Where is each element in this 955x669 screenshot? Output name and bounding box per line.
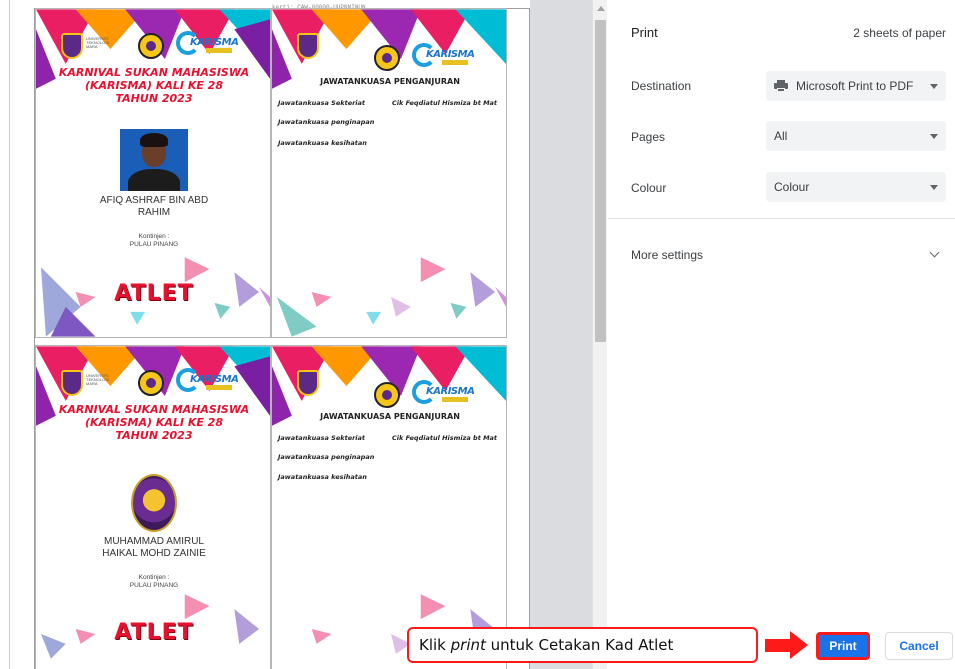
committee-health: Jawatankuasa kesihatan [278, 473, 367, 481]
event-title-line-3: TAHUN 2023 [115, 92, 193, 105]
preview-scrollbar[interactable] [592, 0, 607, 669]
event-title-line-1: KARNIVAL SUKAN MAHASISWA [58, 403, 250, 416]
karisma-logo: KARISMA [176, 368, 239, 394]
sheet-count: 2 sheets of paper [853, 26, 946, 40]
chevron-down-icon [930, 84, 938, 89]
pages-label: Pages [631, 130, 666, 144]
university-name-small: UNIVERSITI TEKNOLOGI MARA [86, 373, 110, 386]
committee-accommodation: Jawatankuasa penginapan [278, 453, 375, 461]
chevron-down-icon [930, 134, 938, 139]
university-crest-logo [61, 370, 83, 396]
committee-secretariat: Jawatankuasa Sekteriat [278, 99, 366, 107]
university-crest-logo [297, 33, 319, 59]
destination-value: Microsoft Print to PDF [796, 79, 914, 93]
pages-value: All [774, 129, 788, 143]
university-name-small: UNIVERSITI TEKNOLOGI MARA [86, 36, 110, 49]
destination-select[interactable]: Microsoft Print to PDF [766, 71, 946, 101]
preview-background [530, 0, 592, 669]
event-title-line-2: (KARISMA) KALI KE 28 [84, 79, 223, 92]
contingent-label: Kontinjen : [138, 233, 170, 240]
athlete-name-line-2: RAHIM [137, 207, 171, 218]
event-title-line-1: KARNIVAL SUKAN MAHASISWA [58, 66, 250, 79]
event-title-line-3: TAHUN 2023 [115, 429, 193, 442]
printer-icon [774, 80, 788, 92]
committee-card-2: KARISMA JAWATANKUASA PENGANJURAN Jawatan… [271, 345, 507, 669]
callout-text-after: untuk Cetakan Kad Atlet [485, 636, 674, 654]
scroll-thumb[interactable] [595, 20, 606, 342]
callout-arrow [765, 639, 791, 652]
colour-select[interactable]: Colour [766, 172, 946, 202]
expand-chevron-icon[interactable] [929, 247, 940, 258]
committee-secretariat-value: Cik Feqdiatul Hismiza bt Mat [392, 434, 498, 442]
university-crest-logo [61, 33, 83, 59]
scroll-up-arrow-icon[interactable] [597, 6, 605, 11]
callout-arrow-head-icon [790, 631, 808, 659]
committee-accommodation: Jawatankuasa penginapan [278, 118, 375, 126]
preview-left-gutter [0, 0, 10, 669]
instruction-callout: Klik print untuk Cetakan Kad Atlet [407, 627, 758, 663]
more-settings-toggle[interactable]: More settings [631, 248, 703, 262]
role-label: ATLET [114, 281, 194, 306]
cancel-button[interactable]: Cancel [885, 632, 953, 660]
karisma-logo: KARISMA [412, 43, 475, 69]
panel-divider [608, 218, 955, 219]
university-crest-logo [297, 370, 319, 396]
committee-health: Jawatankuasa kesihatan [278, 139, 367, 147]
athlete-photo [120, 129, 188, 191]
sports-council-logo [138, 33, 164, 59]
callout-text-emphasis: print [450, 636, 486, 654]
role-label: ATLET [114, 620, 194, 645]
committee-secretariat: Jawatankuasa Sekteriat [278, 434, 366, 442]
karisma-logo: KARISMA [176, 31, 239, 57]
print-button[interactable]: Print [816, 632, 870, 660]
contingent-value: PULAU PINANG [129, 241, 179, 248]
chevron-down-icon [930, 185, 938, 190]
panel-title: Print [631, 25, 658, 40]
athlete-name-line-1: MUHAMMAD AMIRUL [103, 536, 204, 547]
colour-value: Colour [774, 180, 810, 194]
athlete-card-2: UNIVERSITI TEKNOLOGI MARA KARISMA KARNIVAL… [35, 345, 271, 669]
colour-label: Colour [631, 181, 667, 195]
callout-text-before: Klik [419, 636, 451, 654]
pages-select[interactable]: All [766, 121, 946, 151]
sports-council-logo [374, 382, 400, 408]
committee-secretariat-value: Cik Feqdiatul Hismiza bt Mat [392, 99, 498, 107]
sports-council-logo [138, 370, 164, 396]
university-crest-photo [131, 474, 177, 532]
athlete-name-line-1: AFIQ ASHRAF BIN ABD [99, 195, 209, 206]
committee-card-1: KARISMA JAWATANKUASA PENGANJURAN Jawatan… [271, 8, 507, 338]
karisma-logo: KARISMA [412, 380, 475, 406]
print-preview-area[interactable]: kerti: CAW-00000-UUPNNINUN UNIVERSITITEK… [0, 0, 592, 669]
sports-council-logo [374, 45, 400, 71]
committee-title: JAWATANKUASA PENGANJURAN [320, 412, 460, 421]
contingent-label: Kontinjen : [138, 574, 170, 581]
committee-title: JAWATANKUASA PENGANJURAN [320, 77, 460, 86]
contingent-value: PULAU PINANG [129, 582, 179, 589]
event-title-line-2: (KARISMA) KALI KE 28 [84, 416, 223, 429]
print-settings-panel: Print 2 sheets of paper Destination Micr… [608, 0, 955, 669]
athlete-card-1: UNIVERSITI TEKNOLOGI MARA KARISMA KARNIVAL… [35, 8, 271, 338]
destination-label: Destination [631, 79, 692, 93]
athlete-name-line-2: HAIKAL MOHD ZAINIE [102, 548, 206, 559]
